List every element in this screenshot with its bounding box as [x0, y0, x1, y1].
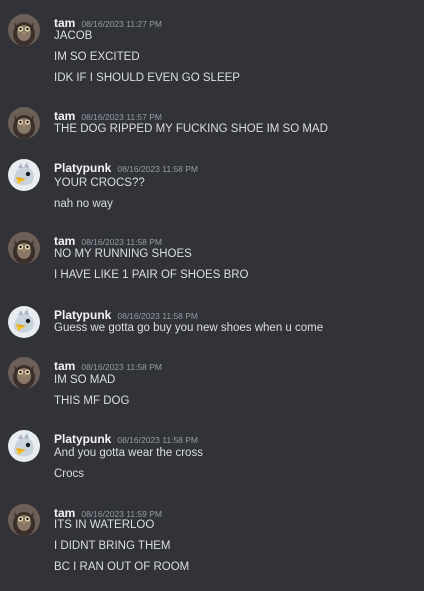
message-text: I HAVE LIKE 1 PAIR OF SHOES BRO [54, 269, 249, 281]
owl-avatar-icon[interactable] [8, 504, 40, 536]
message-text: Guess we gotta go buy you new shoes when… [54, 322, 324, 334]
message-header: tam 08/16/2023 11:59 PM [54, 504, 162, 520]
owl-avatar-icon[interactable] [8, 357, 40, 389]
message-text: nah no way [54, 198, 113, 210]
message-text: JACOB [54, 30, 93, 42]
message-text: ITS IN WATERLOO [54, 519, 155, 531]
message-header: tam 08/16/2023 11:57 PM [54, 107, 162, 123]
message-timestamp: 08/16/2023 11:58 PM [81, 237, 162, 247]
message-header: Platypunk 08/16/2023 11:58 PM [54, 306, 198, 322]
username[interactable]: tam [54, 109, 75, 123]
username[interactable]: Platypunk [54, 432, 111, 446]
message-header: tam 08/16/2023 11:58 PM [54, 357, 162, 373]
message-text: THE DOG RIPPED MY FUCKING SHOE IM SO MAD [54, 123, 328, 135]
owl-avatar-icon[interactable] [8, 232, 40, 264]
owl-avatar-icon[interactable] [8, 14, 40, 46]
bird-avatar-icon[interactable] [8, 430, 40, 462]
bird-avatar-icon[interactable] [8, 159, 40, 191]
username[interactable]: Platypunk [54, 161, 111, 175]
message-text: I DIDNT BRING THEM [54, 540, 171, 552]
message-text: THIS MF DOG [54, 395, 130, 407]
message-text: BC I RAN OUT OF ROOM [54, 561, 190, 573]
username[interactable]: Platypunk [54, 308, 111, 322]
message-text: IM SO MAD [54, 374, 116, 386]
message-header: tam 08/16/2023 11:27 PM [54, 14, 162, 30]
username[interactable]: tam [54, 506, 75, 520]
message-text: And you gotta wear the cross [54, 447, 203, 459]
message-timestamp: 08/16/2023 11:58 PM [117, 311, 199, 321]
message-text: YOUR CROCS?? [54, 177, 145, 189]
message-header: Platypunk 08/16/2023 11:58 PM [54, 159, 198, 175]
message-text: NO MY RUNNING SHOES [54, 248, 192, 260]
bird-avatar-icon[interactable] [8, 306, 40, 338]
message-timestamp: 08/16/2023 11:27 PM [81, 19, 162, 29]
owl-avatar-icon[interactable] [8, 107, 40, 139]
message-timestamp: 08/16/2023 11:59 PM [81, 509, 162, 519]
message-timestamp: 08/16/2023 11:58 PM [117, 435, 199, 445]
message-header: tam 08/16/2023 11:58 PM [54, 232, 162, 248]
message-text: Crocs [54, 468, 85, 480]
username[interactable]: tam [54, 359, 75, 373]
username[interactable]: tam [54, 234, 75, 248]
message-timestamp: 08/16/2023 11:58 PM [117, 164, 199, 174]
message-text: IDK IF I SHOULD EVEN GO SLEEP [54, 72, 240, 84]
message-timestamp: 08/16/2023 11:58 PM [81, 362, 162, 372]
message-timestamp: 08/16/2023 11:57 PM [81, 112, 162, 122]
message-header: Platypunk 08/16/2023 11:58 PM [54, 430, 198, 446]
message-text: IM SO EXCITED [54, 51, 140, 63]
username[interactable]: tam [54, 16, 75, 30]
